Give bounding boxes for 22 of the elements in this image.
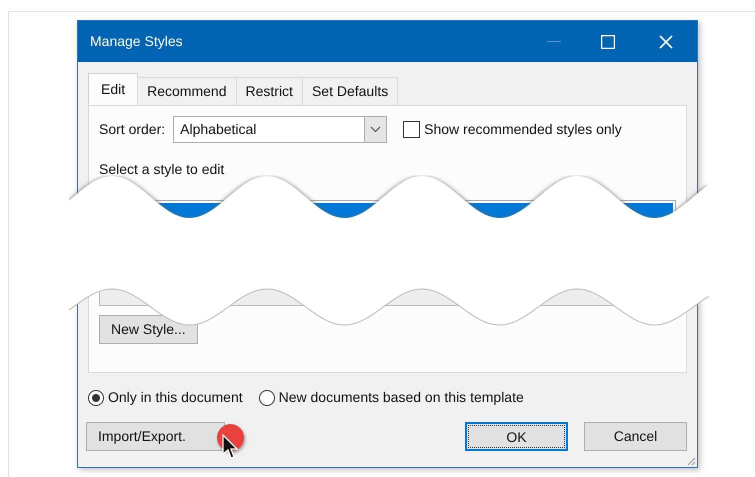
new-style-button[interactable]: New Style... — [99, 315, 198, 344]
chevron-down-icon — [370, 126, 382, 133]
dialog-button[interactable]: Cancel — [584, 422, 687, 451]
close-icon[interactable] — [659, 34, 673, 48]
radio-button[interactable] — [258, 390, 275, 406]
radio-button[interactable] — [88, 390, 104, 406]
radio-label: Only in this document — [108, 388, 243, 407]
checkbox-label: Show recommended styles only — [424, 120, 622, 139]
radio-label: New documents based on this template — [278, 388, 524, 407]
tab[interactable]: Edit — [88, 73, 138, 105]
tab[interactable]: Set Defaults — [302, 77, 398, 105]
resize-grip-icon[interactable] — [686, 456, 696, 466]
tab[interactable]: Recommend — [137, 77, 236, 105]
dialog-button[interactable]: Import/Export. — [86, 422, 225, 451]
checkbox[interactable] — [403, 121, 420, 138]
maximize-icon[interactable] — [601, 34, 615, 48]
sort-order-label: Sort order: — [99, 120, 166, 139]
dialog-button[interactable]: OK — [465, 422, 568, 451]
select-style-label: Select a style to edit — [99, 160, 226, 179]
sort-order-dropdown[interactable]: Alphabetical — [173, 116, 388, 143]
cursor-icon — [221, 434, 239, 460]
window-title: Manage Styles — [90, 32, 183, 51]
